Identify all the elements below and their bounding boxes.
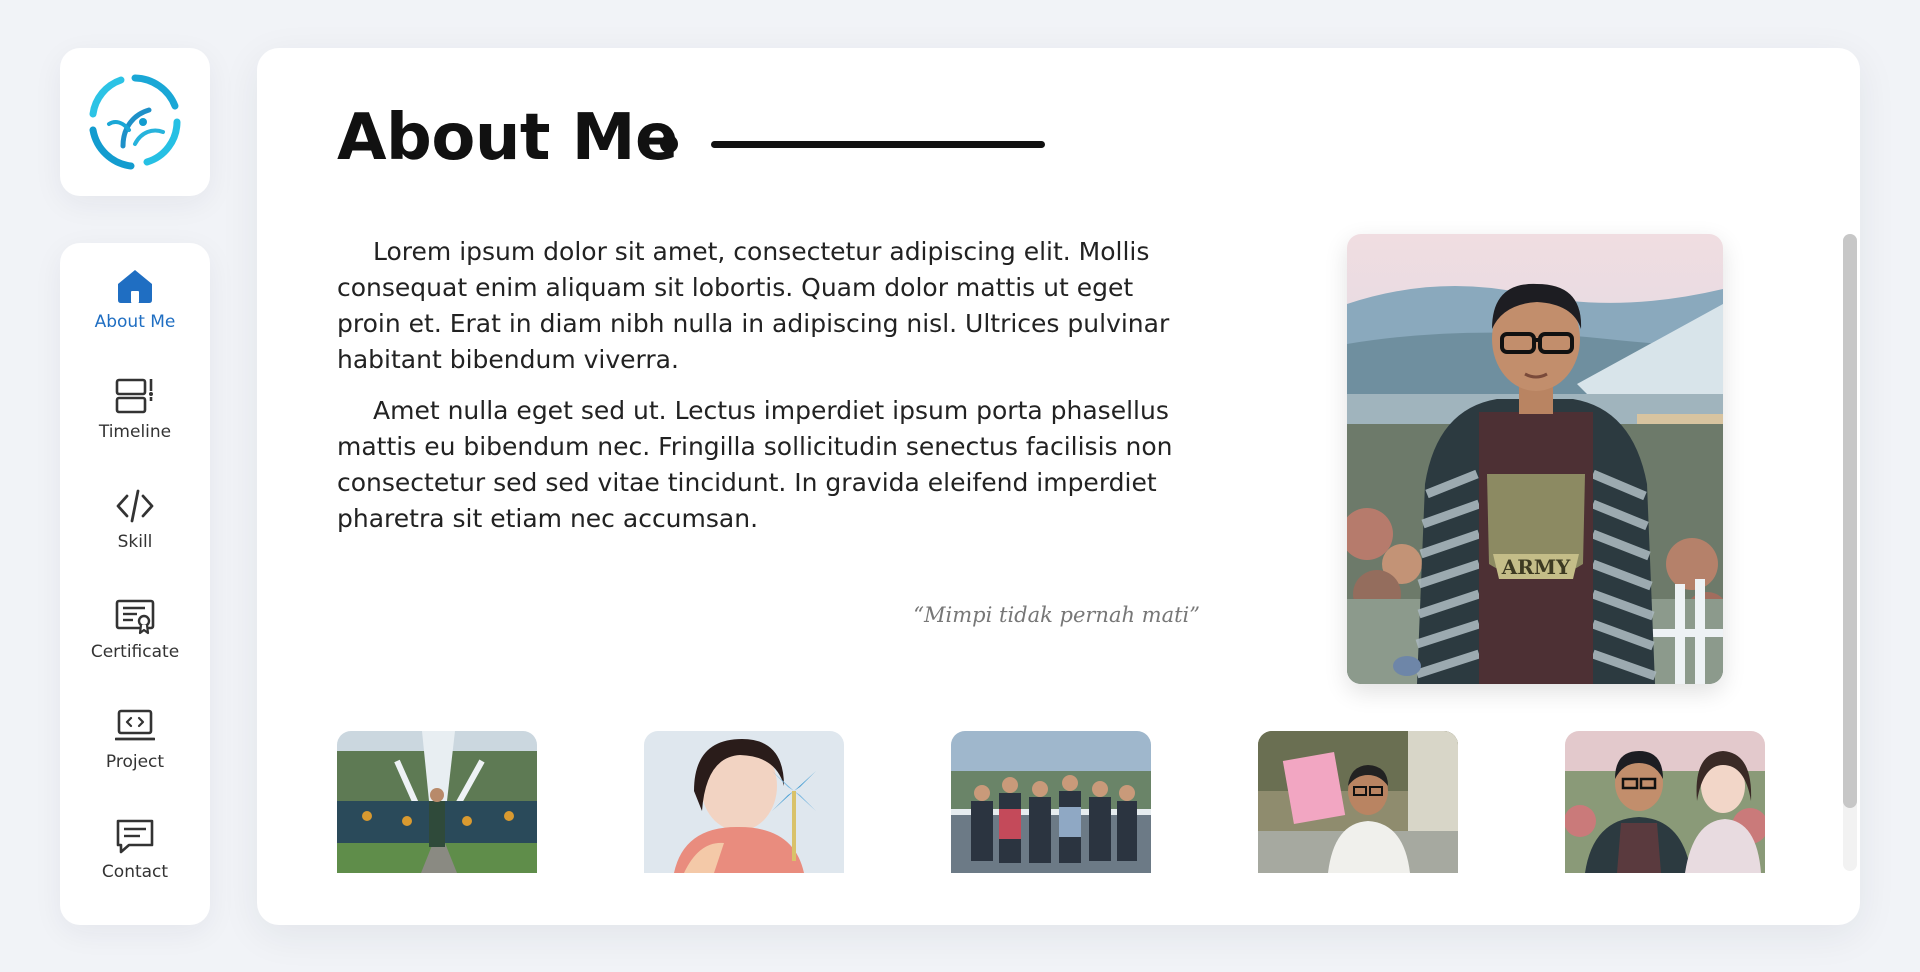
title-dot [660, 135, 678, 153]
sidebar-item-skill[interactable]: Skill [60, 469, 210, 569]
certificate-icon [115, 599, 155, 635]
sidebar-nav: About Me Timeline Skill Certificate Proj… [60, 243, 210, 925]
logo-icon [89, 74, 181, 170]
page-title: About Me [337, 101, 678, 175]
gallery-thumbnail[interactable] [644, 731, 844, 873]
scrollbar-track[interactable] [1843, 234, 1857, 871]
gallery-thumbnail[interactable] [1258, 731, 1458, 873]
sidebar-item-about-me[interactable]: About Me [60, 249, 210, 349]
chat-icon [116, 819, 154, 854]
scrollbar-thumb[interactable] [1843, 234, 1857, 808]
about-paragraph: Amet nulla eget sed ut. Lectus imperdiet… [337, 396, 1173, 533]
logo-card[interactable] [60, 48, 210, 196]
sidebar-item-timeline[interactable]: Timeline [60, 359, 210, 459]
sidebar-item-label: Skill [117, 532, 153, 552]
sidebar-item-label: Contact [101, 862, 169, 882]
sidebar-item-label: Certificate [90, 642, 180, 662]
sidebar-item-label: Timeline [98, 422, 172, 442]
sidebar-item-label: About Me [94, 312, 176, 332]
sidebar-item-certificate[interactable]: Certificate [60, 579, 210, 679]
shirt-army-text: ARMY [1501, 555, 1571, 579]
sidebar-item-project[interactable]: Project [60, 689, 210, 789]
code-icon [116, 489, 154, 523]
gallery-thumbnail[interactable] [337, 731, 537, 873]
gallery-thumbnail[interactable] [951, 731, 1151, 873]
profile-photo: ARMY [1347, 234, 1723, 684]
sidebar-item-label: Project [105, 752, 165, 772]
title-divider [711, 141, 1045, 148]
gallery-thumbnail[interactable] [1565, 731, 1765, 873]
laptop-code-icon [115, 709, 155, 741]
about-paragraph: Lorem ipsum dolor sit amet, consectetur … [337, 237, 1170, 374]
sidebar-item-contact[interactable]: Contact [60, 799, 210, 899]
about-me-panel: About Me Lorem ipsum dolor sit amet, con… [257, 48, 1860, 925]
motto-quote: “Mimpi tidak pernah mati” [913, 603, 1200, 627]
home-icon [118, 270, 152, 303]
timeline-icon [115, 378, 153, 414]
